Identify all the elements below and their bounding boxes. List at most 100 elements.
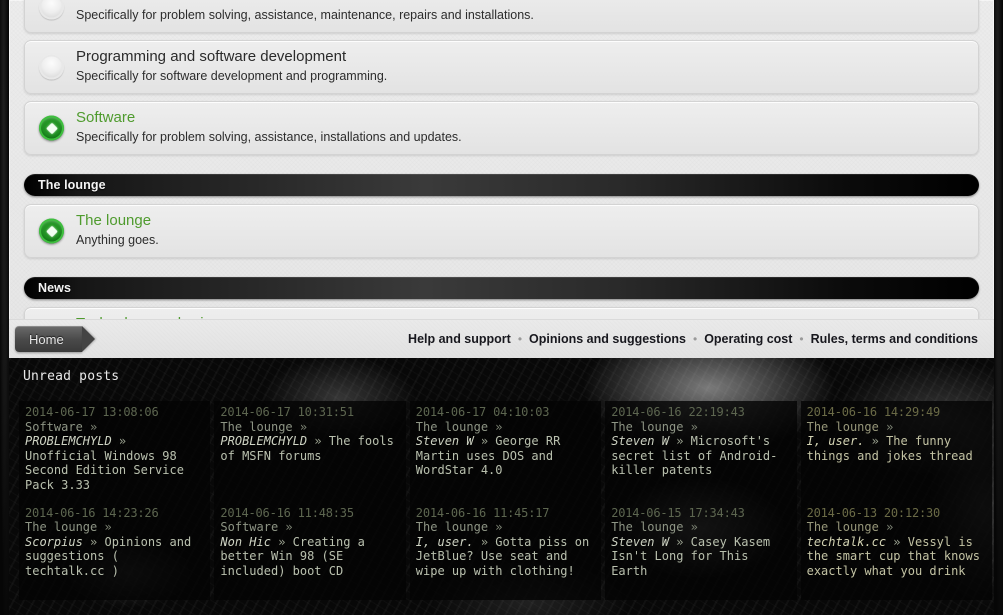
forum-row[interactable]: Software Specifically for problem solvin…	[24, 101, 979, 155]
chevron-right-icon: »	[683, 520, 698, 535]
unread-post-body: Scorpius » Opinions and suggestions ( te…	[25, 535, 191, 578]
footer-link-help-and-support[interactable]: Help and support	[408, 332, 511, 346]
unread-post-forum[interactable]: The lounge »	[611, 520, 788, 535]
forum-row[interactable]: Programming and software development Spe…	[24, 40, 979, 94]
unread-post-forum-name: The lounge	[611, 419, 684, 434]
forum-title-link[interactable]: The lounge	[76, 212, 968, 230]
unread-post-item[interactable]: 2014-06-16 14:23:26 The lounge » Scorpius …	[19, 501, 211, 600]
chevron-right-icon: »	[683, 419, 698, 434]
unread-post-forum[interactable]: The lounge »	[220, 420, 397, 435]
unread-post-item[interactable]: 2014-06-15 17:34:43 The lounge » Steven W …	[605, 501, 797, 600]
forum-row[interactable]: The lounge Anything goes.	[24, 204, 979, 258]
forum-board: Specifically for problem solving, assist…	[9, 0, 994, 361]
unread-post-forum[interactable]: Software »	[25, 420, 202, 435]
unread-post-item[interactable]: 2014-06-13 20:12:30 The lounge » techtalk.…	[800, 501, 992, 600]
forum-list: Specifically for problem solving, assist…	[9, 0, 994, 361]
unread-post-body: I, user. » Gotta piss on JetBlue? Use se…	[416, 535, 589, 578]
breadcrumb-home-tab[interactable]: Home	[15, 326, 82, 352]
unread-post-title[interactable]: Unofficial Windows 98 Second Edition Ser…	[25, 449, 184, 492]
unread-post-body: PROBLEMCHYLD » Unofficial Windows 98 Sec…	[25, 434, 184, 492]
unread-post-author[interactable]: PROBLEMCHYLD	[25, 434, 112, 448]
footer-separator: •	[517, 332, 523, 346]
unread-post-forum-name: The lounge	[415, 520, 489, 535]
page-root: Specifically for problem solving, assist…	[0, 0, 1003, 615]
unread-post-author[interactable]: Steven W	[416, 434, 474, 448]
footer-link-operating-cost[interactable]: Operating cost	[704, 332, 792, 346]
unread-post-forum[interactable]: The lounge »	[807, 420, 984, 435]
unread-posts-section: Unread posts 2014-06-17 13:08:06 Software…	[9, 358, 994, 615]
chevron-right-icon: »	[488, 520, 503, 535]
unread-post-forum[interactable]: The lounge »	[611, 420, 788, 435]
unread-post-author[interactable]: Non Hic	[220, 535, 271, 549]
unread-post-forum-name: Software	[25, 419, 83, 434]
forum-row[interactable]: Specifically for problem solving, assist…	[24, 0, 979, 33]
section-header-news: News	[24, 277, 979, 299]
left-gutter	[0, 0, 9, 615]
unread-post-forum[interactable]: Software »	[220, 520, 397, 535]
chevron-right-icon: »	[878, 520, 894, 535]
section-header-label: News	[38, 281, 72, 295]
footer-link-opinions-and-suggestions[interactable]: Opinions and suggestions	[529, 332, 686, 346]
forum-status-icon-unread	[39, 218, 64, 244]
unread-post-author[interactable]: Scorpius	[25, 535, 83, 549]
unread-post-forum-name: The lounge	[220, 419, 293, 434]
footer-separator: •	[799, 332, 804, 346]
unread-post-item[interactable]: 2014-06-17 13:08:06 Software » PROBLEMCHYL…	[19, 401, 211, 502]
unread-post-forum-name: The lounge	[806, 520, 879, 535]
unread-post-forum-name: Software	[220, 520, 279, 535]
unread-post-author[interactable]: I, user.	[416, 535, 474, 549]
unread-post-forum[interactable]: The lounge »	[807, 520, 984, 535]
unread-posts-heading: Unread posts	[23, 369, 120, 384]
unread-post-item[interactable]: 2014-06-16 11:48:35 Software » Non Hic » C…	[214, 501, 406, 600]
chevron-right-icon: »	[82, 534, 105, 549]
unread-post-item[interactable]: 2014-06-17 04:10:03 The lounge » Steven W …	[409, 401, 602, 502]
unread-post-author[interactable]: Steven W	[611, 434, 669, 448]
unread-post-item[interactable]: 2014-06-17 10:31:51 The lounge » PROBLEMCH…	[214, 401, 406, 502]
unread-post-author[interactable]: Steven W	[611, 535, 669, 549]
unread-post-date: 2014-06-16 14:29:49	[806, 405, 941, 419]
forum-status-icon-unread	[39, 115, 64, 141]
unread-post-author[interactable]: PROBLEMCHYLD	[220, 434, 307, 448]
footer-links: Help and support • Opinions and suggesti…	[408, 332, 994, 346]
unread-post-forum[interactable]: The lounge »	[25, 520, 202, 535]
unread-posts-grid: 2014-06-17 13:08:06 Software » PROBLEMCHYL…	[9, 384, 994, 600]
chevron-right-icon: »	[270, 534, 293, 549]
unread-post-item[interactable]: 2014-06-16 22:19:43 The lounge » Steven W …	[605, 401, 797, 502]
chevron-right-icon: »	[668, 434, 691, 449]
unread-post-forum-name: The lounge	[611, 520, 684, 535]
unread-post-date: 2014-06-13 20:12:30	[806, 505, 941, 520]
unread-post-body: techtalk.cc » Vessyl is the smart cup th…	[807, 535, 980, 578]
chevron-right-icon: »	[878, 419, 894, 434]
forum-description: Specifically for problem solving, assist…	[76, 130, 462, 144]
forum-title-link[interactable]: Software	[76, 109, 968, 127]
unread-post-body: Steven W » Microsoft's secret list of An…	[611, 434, 777, 477]
unread-post-date: 2014-06-16 22:19:43	[611, 405, 745, 419]
unread-post-body: Non Hic » Creating a better Win 98 (SE i…	[220, 535, 365, 578]
forum-description: Anything goes.	[76, 233, 159, 247]
chevron-right-icon: »	[82, 419, 98, 434]
chevron-right-icon: »	[97, 520, 112, 535]
unread-post-forum[interactable]: The lounge »	[416, 420, 593, 435]
unread-post-forum[interactable]: The lounge »	[416, 520, 593, 535]
footer-separator: •	[692, 332, 698, 346]
unread-post-item[interactable]: 2014-06-16 11:45:17 The lounge » I, user. …	[409, 501, 602, 600]
unread-post-date: 2014-06-17 13:08:06	[25, 405, 159, 419]
unread-post-date: 2014-06-15 17:34:43	[611, 505, 745, 520]
unread-post-item[interactable]: 2014-06-16 14:29:49 The lounge » I, user. …	[800, 401, 992, 502]
chevron-right-icon: »	[473, 534, 496, 549]
forum-status-icon-inactive	[39, 54, 64, 80]
chevron-right-icon: »	[886, 534, 908, 549]
chevron-right-icon: »	[278, 520, 293, 535]
chevron-right-icon: »	[488, 419, 503, 434]
forum-title-link[interactable]: Programming and software development	[76, 48, 968, 66]
unread-post-author[interactable]: techtalk.cc	[807, 535, 886, 549]
unread-post-author[interactable]: I, user.	[807, 434, 865, 448]
unread-post-forum-name: The lounge	[25, 520, 98, 535]
forum-description: Specifically for software development an…	[76, 69, 388, 83]
chevron-right-icon: »	[864, 434, 887, 449]
footer-link-rules-terms-and-conditions[interactable]: Rules, terms and conditions	[811, 332, 978, 346]
unread-post-body: I, user. » The funny things and jokes th…	[807, 434, 973, 463]
unread-post-forum-name: The lounge	[415, 419, 489, 434]
